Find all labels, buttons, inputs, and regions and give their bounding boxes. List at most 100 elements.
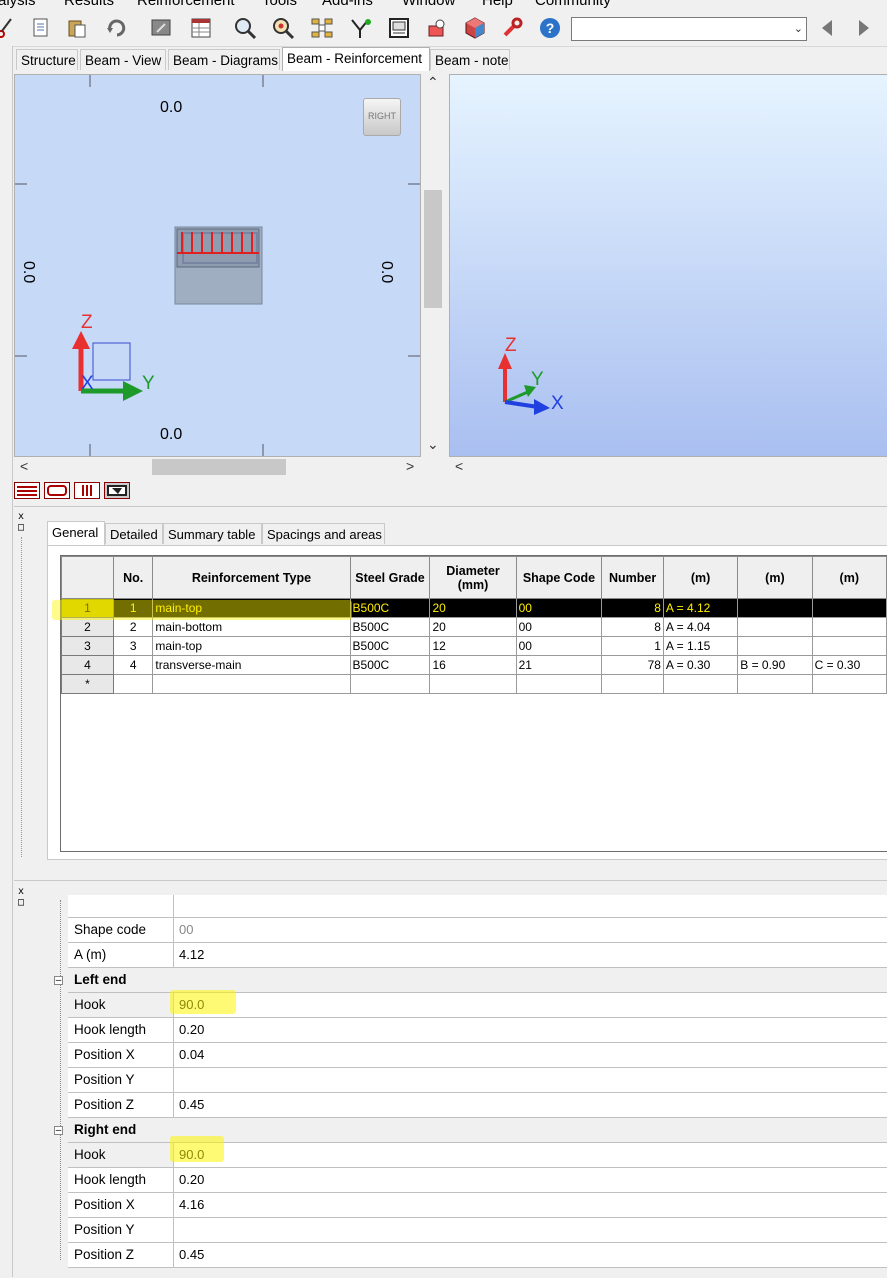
- cell-m2[interactable]: B = 0.90: [737, 655, 813, 675]
- monitor-icon[interactable]: [148, 15, 174, 41]
- stirrup-view-icon[interactable]: [44, 482, 70, 499]
- col-header-type[interactable]: Reinforcement Type: [152, 556, 351, 599]
- property-row-hook-length[interactable]: Hook length 0.20: [68, 1018, 887, 1043]
- cell-number[interactable]: 8: [601, 617, 664, 637]
- horizontal-scrollbar[interactable]: < >: [14, 457, 445, 477]
- row-header[interactable]: 3: [61, 636, 114, 656]
- previous-arrow-icon[interactable]: [814, 15, 840, 41]
- horizontal-scrollbar-right[interactable]: <: [449, 457, 887, 477]
- cell-diameter[interactable]: [429, 674, 517, 694]
- col-header-number[interactable]: Number: [601, 556, 664, 599]
- cell-shape[interactable]: 21: [515, 655, 603, 675]
- right-position-z-value[interactable]: 0.45: [175, 1243, 887, 1267]
- cell-grade[interactable]: B500C: [349, 636, 431, 656]
- detail-view-icon[interactable]: [104, 482, 130, 499]
- right-position-y-value[interactable]: [175, 1218, 887, 1242]
- close-panel-icon[interactable]: x: [18, 887, 28, 897]
- paste-icon[interactable]: [64, 15, 90, 41]
- menu-item-analysis[interactable]: alysis: [0, 0, 36, 9]
- cube-icon[interactable]: [462, 15, 488, 41]
- cell-type[interactable]: main-bottom: [152, 617, 351, 637]
- row-header[interactable]: 2: [61, 617, 114, 637]
- bars-view-icon[interactable]: [14, 482, 40, 499]
- section-viewport[interactable]: 0.0 0.0 0.0 0.0 RIGHT Z Y X: [14, 74, 421, 457]
- a-value[interactable]: 4.12: [175, 943, 887, 967]
- cell-type[interactable]: transverse-main: [152, 655, 351, 675]
- spreadsheet-icon[interactable]: [188, 15, 214, 41]
- cell-grade[interactable]: B500C: [349, 655, 431, 675]
- cell-diameter[interactable]: 12: [429, 636, 517, 656]
- scroll-left-icon[interactable]: <: [455, 458, 463, 474]
- cell-m2[interactable]: [737, 636, 813, 656]
- property-row-position-y[interactable]: Position Y: [68, 1218, 887, 1243]
- cell-grade[interactable]: B500C: [349, 617, 431, 637]
- tab-general[interactable]: General: [47, 521, 105, 545]
- cell-type[interactable]: [152, 674, 351, 694]
- cell-no[interactable]: 3: [112, 636, 154, 656]
- col-header-diameter[interactable]: Diameter (mm): [429, 556, 517, 599]
- tab-beam-reinforcement[interactable]: Beam - Reinforcement: [282, 47, 430, 71]
- cell-m3[interactable]: C = 0.30: [811, 655, 887, 675]
- cell-diameter[interactable]: 20: [429, 598, 517, 618]
- property-row-position-z[interactable]: Position Z 0.45: [68, 1243, 887, 1268]
- tab-beam-view[interactable]: Beam - View: [80, 49, 166, 70]
- cell-m1[interactable]: A = 1.15: [662, 636, 739, 656]
- cell-shape[interactable]: 00: [515, 617, 603, 637]
- property-row-position-z[interactable]: Position Z 0.45: [68, 1093, 887, 1118]
- cell-grade[interactable]: B500C: [349, 598, 431, 618]
- cell-diameter[interactable]: 20: [429, 617, 517, 637]
- cell-m3[interactable]: [811, 617, 887, 637]
- property-row-position-x[interactable]: Position X 4.16: [68, 1193, 887, 1218]
- cell-no[interactable]: 4: [112, 655, 154, 675]
- property-row-position-y[interactable]: Position Y: [68, 1068, 887, 1093]
- cell-m1[interactable]: A = 0.30: [662, 655, 739, 675]
- vertical-scroll-thumb[interactable]: [424, 190, 442, 308]
- cell-m3[interactable]: [811, 674, 887, 694]
- section-bars-icon[interactable]: [74, 482, 100, 499]
- scroll-up-icon[interactable]: ⌃: [427, 74, 439, 91]
- cell-m1[interactable]: [662, 674, 739, 694]
- cell-shape[interactable]: 00: [515, 598, 603, 618]
- table-frame-icon[interactable]: [386, 15, 412, 41]
- network-icon[interactable]: [309, 15, 335, 41]
- property-grid[interactable]: Shape code 00 A (m) 4.12 Left end Hook 9…: [68, 895, 887, 1270]
- cell-m2[interactable]: [737, 598, 813, 618]
- collapse-left-end-icon[interactable]: –: [54, 976, 63, 986]
- cell-shape[interactable]: 00: [515, 636, 603, 656]
- undo-icon[interactable]: [104, 15, 130, 41]
- menu-item-tools[interactable]: Tools: [262, 0, 297, 9]
- cell-number[interactable]: 1: [601, 636, 664, 656]
- new-row[interactable]: *: [61, 674, 887, 694]
- left-position-y-value[interactable]: [175, 1068, 887, 1092]
- cell-no[interactable]: [112, 674, 154, 694]
- right-hook-length-value[interactable]: 0.20: [175, 1168, 887, 1192]
- scroll-left-icon[interactable]: <: [20, 458, 28, 474]
- collapse-right-end-icon[interactable]: –: [54, 1126, 63, 1136]
- cell-grade[interactable]: [349, 674, 431, 694]
- view-cube[interactable]: RIGHT: [363, 98, 401, 136]
- menu-item-help[interactable]: Help: [482, 0, 513, 9]
- cut-icon[interactable]: [0, 15, 20, 41]
- left-hook-value[interactable]: 90.0: [175, 993, 887, 1017]
- cell-m3[interactable]: [811, 636, 887, 656]
- tab-detailed[interactable]: Detailed: [105, 523, 163, 544]
- chevron-down-icon[interactable]: ⌄: [794, 22, 803, 35]
- vertical-scrollbar[interactable]: ⌃ ⌄: [421, 74, 445, 457]
- menu-item-add-ins[interactable]: Add-ins: [322, 0, 373, 9]
- menu-item-window[interactable]: Window: [402, 0, 455, 9]
- cell-number[interactable]: [601, 674, 664, 694]
- grid-corner[interactable]: [61, 556, 114, 599]
- tab-beam-diagrams[interactable]: Beam - Diagrams: [168, 49, 280, 70]
- tab-spacings-and-areas[interactable]: Spacings and areas: [262, 523, 385, 544]
- pin-panel-icon[interactable]: □: [18, 898, 28, 908]
- table-row[interactable]: 3 3 main-top B500C 12 00 1 A = 1.15: [61, 636, 887, 656]
- left-hook-length-value[interactable]: 0.20: [175, 1018, 887, 1042]
- property-row-a[interactable]: A (m) 4.12: [68, 943, 887, 968]
- zoom-icon[interactable]: [232, 15, 258, 41]
- col-header-no[interactable]: No.: [112, 556, 154, 599]
- cell-number[interactable]: 78: [601, 655, 664, 675]
- cell-m3[interactable]: [811, 598, 887, 618]
- row-header[interactable]: 4: [61, 655, 114, 675]
- property-row-position-x[interactable]: Position X 0.04: [68, 1043, 887, 1068]
- table-row[interactable]: 4 4 transverse-main B500C 16 21 78 A = 0…: [61, 655, 887, 675]
